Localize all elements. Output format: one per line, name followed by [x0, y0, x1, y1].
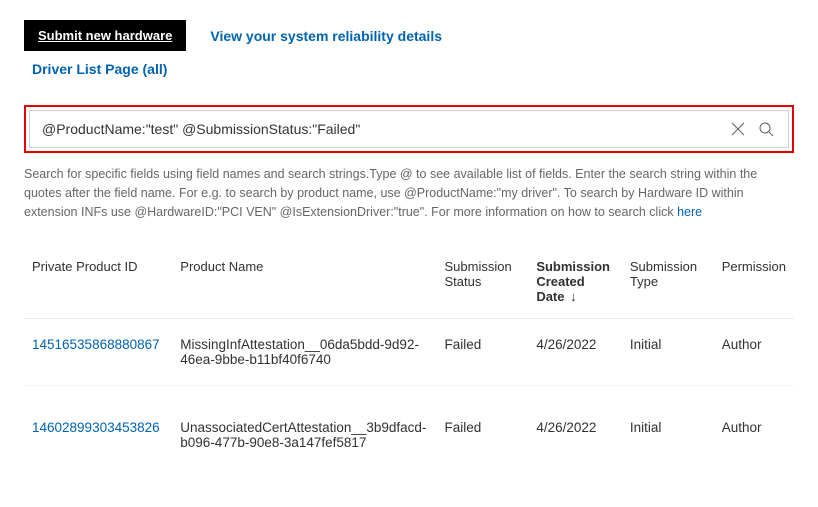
table-row: 14516535868880867 MissingInfAttestation_…	[24, 319, 794, 386]
column-header-permission[interactable]: Permission	[714, 249, 794, 319]
cell-permission: Author	[714, 386, 794, 469]
search-input[interactable]	[38, 115, 724, 143]
search-button[interactable]	[752, 115, 780, 143]
cell-status: Failed	[437, 386, 529, 469]
cell-product-name: UnassociatedCertAttestation__3b9dfacd-b0…	[172, 386, 436, 469]
submit-new-hardware-button[interactable]: Submit new hardware	[24, 20, 186, 51]
cell-type: Initial	[622, 319, 714, 386]
column-header-id[interactable]: Private Product ID	[24, 249, 172, 319]
cell-date: 4/26/2022	[528, 386, 622, 469]
column-header-type[interactable]: Submission Type	[622, 249, 714, 319]
column-header-name[interactable]: Product Name	[172, 249, 436, 319]
search-highlight-frame	[24, 105, 794, 153]
sort-descending-icon: ↓	[570, 289, 577, 304]
search-help-text: Search for specific fields using field n…	[24, 165, 794, 221]
clear-search-button[interactable]	[724, 115, 752, 143]
search-box	[29, 110, 789, 148]
product-id-link[interactable]: 14516535868880867	[32, 337, 160, 352]
cell-type: Initial	[622, 386, 714, 469]
reliability-details-link[interactable]: View your system reliability details	[210, 28, 442, 44]
help-here-link[interactable]: here	[677, 205, 702, 219]
driver-list-page-link[interactable]: Driver List Page (all)	[24, 61, 167, 77]
cell-status: Failed	[437, 319, 529, 386]
product-id-link[interactable]: 14602899303453826	[32, 420, 160, 435]
column-header-status[interactable]: Submission Status	[437, 249, 529, 319]
cell-permission: Author	[714, 319, 794, 386]
cell-date: 4/26/2022	[528, 319, 622, 386]
table-row: 14602899303453826 UnassociatedCertAttest…	[24, 386, 794, 469]
results-table: Private Product ID Product Name Submissi…	[24, 249, 794, 468]
column-header-date[interactable]: Submission Created Date ↓	[528, 249, 622, 319]
close-icon	[730, 121, 746, 137]
search-icon	[758, 121, 774, 137]
cell-product-name: MissingInfAttestation__06da5bdd-9d92-46e…	[172, 319, 436, 386]
